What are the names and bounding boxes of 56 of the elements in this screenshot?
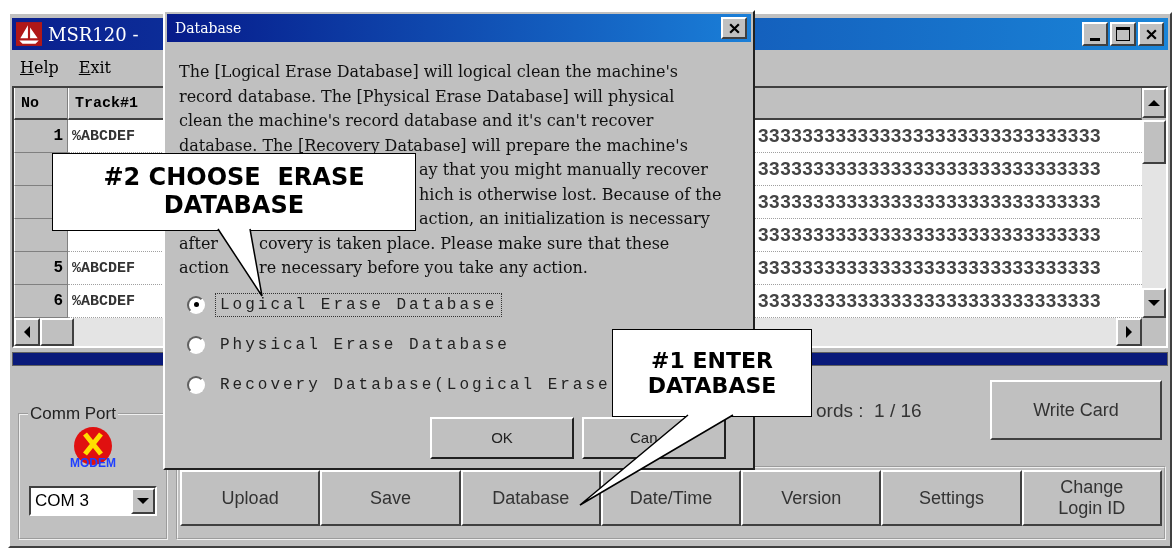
row-header: 5 bbox=[14, 252, 68, 285]
close-icon bbox=[1144, 27, 1158, 41]
description-text: clean the machine's record database and it's can't recover bbox=[179, 111, 654, 132]
description-text: re necessary before you take any action. bbox=[259, 258, 588, 279]
port-dropdown[interactable]: COM 3 bbox=[29, 486, 157, 516]
toolbar-button[interactable]: Upload bbox=[180, 470, 321, 526]
description-text: record database. The [Physical Erase Database] will physical bbox=[179, 86, 675, 108]
table-cell: %ABCDEF bbox=[68, 120, 164, 153]
toolbar-button[interactable]: Settings bbox=[881, 470, 1022, 526]
dialog-title: Database bbox=[175, 20, 242, 36]
write-card-button[interactable]: Write Card bbox=[990, 380, 1162, 440]
scroll-up-button[interactable] bbox=[1142, 88, 1166, 118]
toolbar-button[interactable]: Save bbox=[320, 470, 461, 526]
description-text: The [Logical Erase Database] will logical clean the machine's bbox=[179, 62, 679, 83]
radio-button[interactable] bbox=[187, 375, 205, 394]
description-text: ay that you might manually recover bbox=[419, 160, 708, 181]
option-label[interactable]: Logical Erase Database bbox=[215, 292, 503, 317]
records-count: ords : 1 / 16 bbox=[816, 400, 922, 422]
table-cell: %ABCDEF bbox=[68, 285, 164, 318]
table-cell: 3333333333333333333333333333333 bbox=[754, 153, 1142, 186]
description-text: action, an initialization is necessary bbox=[419, 209, 710, 230]
callout: #1 ENTER DATABASE bbox=[612, 329, 812, 417]
menu-item[interactable]: Help bbox=[20, 57, 59, 77]
toolbar-button[interactable]: Date/Time bbox=[600, 470, 742, 526]
table-cell: 3333333333333333333333333333333 bbox=[754, 285, 1142, 318]
modem-label: MODEM bbox=[70, 456, 116, 470]
toolbar-button[interactable]: Change Login ID bbox=[1021, 470, 1162, 526]
minimize-button[interactable] bbox=[1082, 22, 1108, 46]
toolbar-button[interactable]: Version bbox=[741, 470, 882, 526]
sailboat-icon bbox=[16, 22, 42, 46]
table-cell: 3333333333333333333333333333333 bbox=[754, 219, 1142, 252]
menu-item[interactable]: Exit bbox=[78, 57, 112, 77]
option-label[interactable]: Physical Erase Database bbox=[215, 332, 515, 357]
row-header: 1 bbox=[14, 120, 68, 153]
description-text: after bbox=[179, 233, 219, 255]
group-label: Comm Port bbox=[29, 404, 117, 424]
radio-button[interactable] bbox=[187, 335, 205, 354]
close-button[interactable] bbox=[721, 17, 747, 39]
description-text: covery is taken place. Please make sure that these bbox=[259, 233, 670, 255]
dialog-button[interactable]: OK bbox=[430, 416, 574, 459]
window-title: MSR120 - bbox=[48, 23, 139, 45]
row-header: 6 bbox=[14, 285, 68, 318]
maximize-icon bbox=[1116, 27, 1130, 41]
toolbar-button[interactable]: Database bbox=[460, 470, 601, 526]
table-cell: 3333333333333333333333333333333 bbox=[754, 120, 1142, 153]
table-cell: %ABCDEF bbox=[68, 252, 164, 285]
description-text: hich is otherwise lost. Because of the bbox=[419, 184, 722, 206]
close-button[interactable] bbox=[1138, 22, 1164, 46]
minimize-icon bbox=[1090, 37, 1100, 41]
table-cell: 3333333333333333333333333333333 bbox=[754, 252, 1142, 285]
vertical-scrollbar[interactable] bbox=[1142, 120, 1166, 318]
radio-button[interactable] bbox=[187, 295, 205, 314]
maximize-button[interactable] bbox=[1110, 22, 1136, 46]
table-cell: 3333333333333333333333333333333 bbox=[754, 186, 1142, 219]
close-icon bbox=[727, 21, 741, 35]
description-text: action bbox=[179, 258, 230, 279]
